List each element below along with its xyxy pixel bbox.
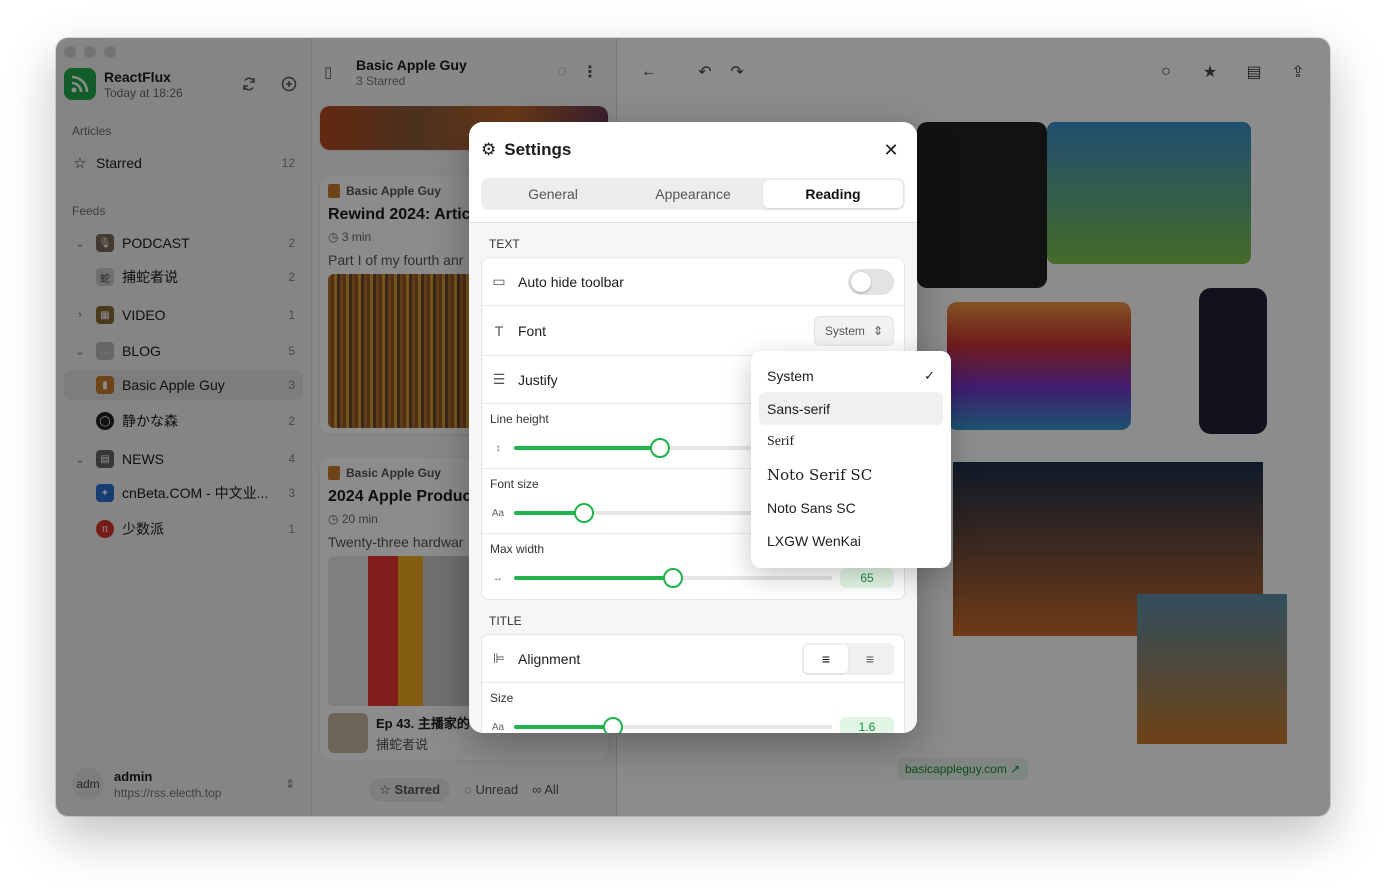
- title-size-slider[interactable]: [514, 717, 832, 733]
- font-option-lxgw-wenkai[interactable]: LXGW WenKai: [759, 524, 943, 557]
- max-width-value[interactable]: 65: [840, 568, 894, 588]
- tab-reading[interactable]: Reading: [763, 180, 903, 208]
- title-section-label: TITLE: [489, 614, 522, 628]
- close-icon[interactable]: ✕: [877, 136, 905, 164]
- option-label: Noto Sans SC: [767, 499, 856, 516]
- option-label: Sans-serif: [767, 400, 831, 417]
- font-option-noto-sans-sc[interactable]: Noto Sans SC: [759, 491, 943, 524]
- option-label: LXGW WenKai: [767, 532, 861, 549]
- font-option-system[interactable]: System ✓: [759, 359, 943, 392]
- text-icon: T: [494, 322, 504, 339]
- title-settings-group: ⊫ Alignment ≡ ≡ Size Aa 1.6: [481, 634, 905, 733]
- setting-label: Auto hide toolbar: [518, 273, 624, 290]
- title-size-value[interactable]: 1.6: [840, 717, 894, 733]
- align-icon: ⊫: [492, 650, 506, 666]
- slider-handle[interactable]: [650, 438, 671, 458]
- align-center-icon[interactable]: ≡: [848, 645, 892, 673]
- font-option-sans-serif[interactable]: Sans-serif: [759, 392, 943, 425]
- settings-tabs: General Appearance Reading: [481, 178, 905, 210]
- modal-title: Settings: [504, 140, 572, 159]
- max-width-slider[interactable]: [514, 568, 832, 588]
- title-size-row: Size Aa 1.6: [482, 683, 904, 733]
- tab-appearance[interactable]: Appearance: [623, 180, 763, 208]
- setting-label: Justify: [518, 371, 558, 388]
- checkmark-icon: ✓: [924, 367, 935, 383]
- modal-header: ⚙ Settings ✕: [469, 122, 917, 178]
- setting-label: Alignment: [518, 650, 581, 667]
- slider-handle[interactable]: [573, 503, 594, 523]
- slider-handle[interactable]: [602, 717, 623, 733]
- font-row: T Font System ⇕: [482, 306, 904, 356]
- auto-hide-toolbar-row: ▭ Auto hide toolbar: [482, 258, 904, 306]
- alignment-row: ⊫ Alignment ≡ ≡: [482, 635, 904, 683]
- gear-icon: ⚙: [481, 140, 497, 159]
- font-dropdown-menu: System ✓ Sans-serif Serif Noto Serif SC N…: [751, 351, 951, 568]
- chevron-up-down-icon: ⇕: [872, 323, 883, 338]
- font-option-noto-serif-sc[interactable]: Noto Serif SC: [759, 458, 943, 491]
- font-select[interactable]: System ⇕: [813, 315, 894, 346]
- alignment-segmented-control: ≡ ≡: [802, 642, 894, 675]
- text-section-label: TEXT: [489, 237, 520, 251]
- setting-label: Size: [490, 691, 514, 705]
- option-label: Serif: [767, 433, 795, 449]
- font-option-serif[interactable]: Serif: [759, 425, 943, 458]
- line-height-icon: ↕: [495, 442, 501, 454]
- font-size-icon: Aa: [491, 507, 505, 519]
- setting-label: Font: [518, 322, 547, 339]
- tab-general[interactable]: General: [483, 180, 623, 208]
- option-label: Noto Serif SC: [767, 465, 873, 484]
- justify-icon: ☰: [492, 371, 506, 387]
- align-left-icon[interactable]: ≡: [804, 644, 848, 673]
- window-icon: ▭: [492, 273, 506, 289]
- option-label: System: [767, 367, 814, 384]
- font-size-icon: Aa: [491, 721, 505, 733]
- slider-handle[interactable]: [663, 568, 683, 588]
- font-select-value: System: [824, 323, 865, 338]
- width-icon: ↔: [493, 572, 503, 584]
- auto-hide-toolbar-toggle[interactable]: [848, 268, 894, 295]
